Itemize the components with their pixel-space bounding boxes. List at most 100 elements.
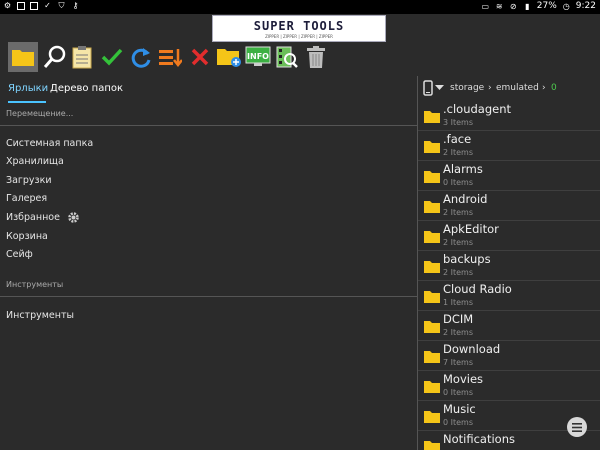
folder-item-count: 2 Items [443, 268, 474, 277]
delete-selection-button[interactable] [185, 42, 215, 72]
folder-icon [12, 50, 34, 66]
folder-name: .cloudagent [443, 102, 512, 116]
section-label-move: Перемещение... [6, 109, 74, 118]
trash-button[interactable] [301, 42, 331, 72]
folder-icon [424, 291, 440, 303]
wifi-icon: ≋ [495, 1, 503, 11]
key-icon: ⚷ [72, 1, 79, 10]
media-search-icon [276, 46, 298, 68]
sort-button[interactable] [155, 42, 185, 72]
folder-name: Android [443, 192, 488, 206]
breadcrumb-emulated[interactable]: emulated [496, 83, 539, 93]
clipboard-button[interactable] [67, 42, 97, 72]
info-button[interactable]: INFO [243, 42, 273, 72]
list-item[interactable]: Movies 0 Items [418, 371, 600, 401]
folder-name: ApkEditor [443, 222, 499, 236]
status-bar: ⚙ ✓ ⛉ ⚷ ▭ ≋ ⊘ ▮ 27% ◷ 9:22 [0, 0, 600, 14]
banner-subtitle: ZIPPER | ZIPPER | ZIPPER | ZIPPER [265, 34, 333, 39]
folder-item-count: 2 Items [443, 208, 474, 217]
left-panel: Ярлыки Дерево папок Перемещение... Систе… [0, 76, 417, 450]
folder-name: Download [443, 342, 501, 356]
folder-icon [424, 351, 440, 363]
close-icon [191, 48, 209, 66]
image-icon [30, 1, 38, 10]
folder-name: .face [443, 132, 472, 146]
refresh-button[interactable] [126, 42, 156, 72]
folder-icon [424, 141, 440, 153]
breadcrumb-storage[interactable]: storage [450, 83, 484, 93]
nav-item-storages[interactable]: Хранилища [6, 156, 64, 167]
folder-name: DCIM [443, 312, 474, 326]
folder-item-count: 2 Items [443, 238, 474, 247]
folder-icon [424, 321, 440, 333]
folder-icon [424, 441, 440, 450]
breadcrumb-current[interactable]: 0 [551, 83, 557, 93]
tab-shortcuts[interactable]: Ярлыки [8, 83, 48, 94]
clock: 9:22 [575, 1, 596, 11]
gear-icon[interactable] [67, 211, 80, 224]
media-search-button[interactable] [272, 42, 302, 72]
list-item[interactable]: backups 2 Items [418, 251, 600, 281]
alarm-icon: ◷ [562, 1, 570, 11]
folder-name: Cloud Radio [443, 282, 512, 296]
chevron-right-icon: › [542, 83, 546, 93]
search-icon [43, 45, 66, 68]
folder-name: backups [443, 252, 491, 266]
folder-item-count: 2 Items [443, 328, 474, 337]
folder-item-count: 0 Items [443, 178, 474, 187]
list-item[interactable]: .cloudagent 3 Items [418, 101, 600, 131]
list-item[interactable]: Android 2 Items [418, 191, 600, 221]
nav-item-trash[interactable]: Корзина [6, 231, 48, 242]
nav-item-safe[interactable]: Сейф [6, 249, 33, 260]
nav-item-downloads[interactable]: Загрузки [6, 175, 52, 186]
cast-icon: ▭ [481, 1, 490, 11]
check-icon [101, 48, 123, 66]
right-panel: storage › emulated › 0 .cloudagent 3 Ite… [418, 76, 600, 450]
folder-item-count: 2 Items [443, 148, 474, 157]
folder-item-count: 1 Items [443, 298, 474, 307]
folder-icon [424, 171, 440, 183]
battery-icon: ▮ [525, 1, 530, 11]
list-item[interactable]: Download 7 Items [418, 341, 600, 371]
folder-button[interactable] [8, 42, 38, 72]
divider [0, 125, 417, 126]
nav-item-system-folder[interactable]: Системная папка [6, 138, 93, 149]
nav-item-gallery[interactable]: Галерея [6, 193, 47, 204]
banner-title: SUPER TOOLS [253, 19, 345, 33]
info-icon: INFO [245, 46, 271, 66]
toolbar: INFO [0, 42, 600, 76]
trash-icon [307, 46, 325, 68]
check-icon: ✓ [44, 1, 51, 10]
gear-icon: ⚙ [3, 1, 12, 10]
folder-icon [424, 261, 440, 273]
folder-name: Music [443, 402, 476, 416]
clipboard-icon [72, 46, 92, 69]
list-item[interactable]: Cloud Radio 1 Items [418, 281, 600, 311]
list-item[interactable]: DCIM 2 Items [418, 311, 600, 341]
folder-name: Movies [443, 372, 484, 386]
folder-icon [424, 411, 440, 423]
tab-folder-tree[interactable]: Дерево папок [50, 83, 123, 94]
folder-item-count: 0 Items [443, 388, 474, 397]
chevron-right-icon: › [488, 83, 492, 93]
super-tools-banner[interactable]: SUPER TOOLS ZIPPER | ZIPPER | ZIPPER | Z… [212, 15, 386, 42]
list-item[interactable]: .face 2 Items [418, 131, 600, 161]
chevron-down-icon[interactable] [435, 85, 444, 91]
active-tab-indicator [8, 101, 46, 103]
new-folder-button[interactable] [214, 42, 244, 72]
folder-item-count: 0 Items [443, 418, 474, 427]
list-item[interactable]: Alarms 0 Items [418, 161, 600, 191]
image-icon [17, 1, 25, 10]
section-label-tools: Инструменты [6, 280, 64, 289]
select-all-button[interactable] [97, 42, 127, 72]
nav-item-favorites[interactable]: Избранное [6, 212, 60, 223]
folder-icon [424, 201, 440, 213]
phone-icon[interactable] [423, 80, 433, 96]
nav-item-tools[interactable]: Инструменты [6, 310, 74, 321]
battery-percent: 27% [536, 1, 557, 11]
new-folder-icon [217, 49, 241, 67]
list-item[interactable]: ApkEditor 2 Items [418, 221, 600, 251]
search-button[interactable] [40, 42, 70, 72]
menu-fab-button[interactable] [567, 417, 587, 437]
hamburger-menu-icon [572, 422, 582, 432]
